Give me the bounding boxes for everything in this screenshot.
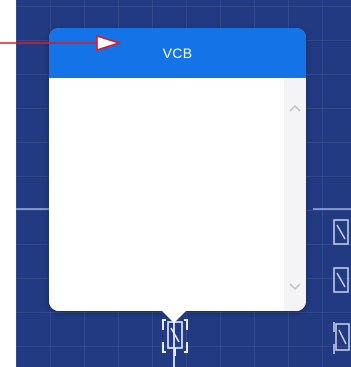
- chevron-down-icon: [289, 283, 301, 291]
- red-arrow-icon: [0, 34, 122, 52]
- popup-scrollbar[interactable]: [284, 78, 306, 311]
- breaker-symbol-icon[interactable]: [330, 216, 351, 250]
- device-popup[interactable]: VCB: [49, 28, 306, 311]
- popup-content[interactable]: [49, 78, 306, 311]
- breaker-symbol-icon[interactable]: [330, 264, 351, 298]
- breaker-symbol-icon[interactable]: [330, 318, 351, 358]
- popup-pointer: [160, 309, 188, 323]
- bus-line-right: [313, 208, 351, 210]
- scroll-down-button[interactable]: [284, 279, 306, 301]
- chevron-up-icon: [289, 104, 301, 112]
- scroll-up-button[interactable]: [284, 100, 306, 122]
